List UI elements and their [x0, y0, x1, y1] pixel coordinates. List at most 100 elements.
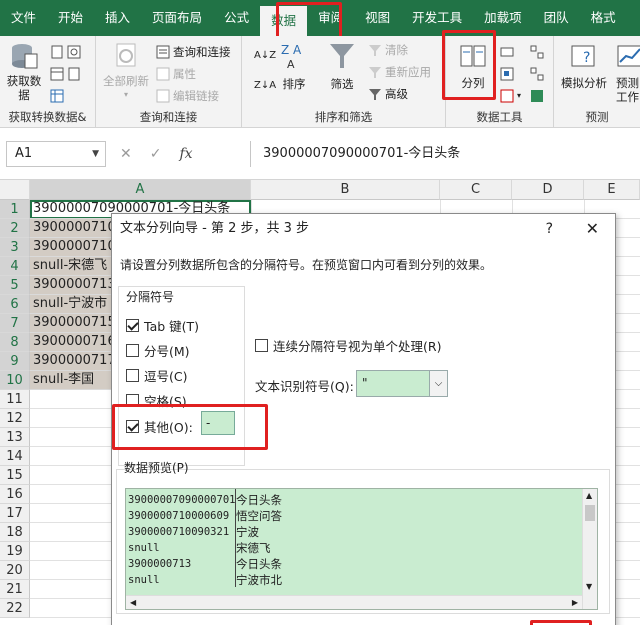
reapply-button[interactable]: 重新应用	[368, 62, 431, 82]
name-box-dropdown-icon[interactable]: ▼	[92, 142, 99, 166]
link-icon	[156, 89, 170, 103]
advanced-button[interactable]: 高级	[368, 84, 408, 104]
column-header-c[interactable]: C	[440, 180, 512, 200]
column-header-b[interactable]: B	[251, 180, 440, 200]
properties-button[interactable]: 属性	[156, 64, 196, 84]
tab-format[interactable]: 格式	[580, 0, 627, 36]
tab-file[interactable]: 文件	[0, 0, 47, 36]
remove-duplicates-icon	[500, 67, 514, 81]
what-if-button[interactable]: ? 模拟分析	[558, 40, 610, 90]
row-header[interactable]: 10	[0, 371, 30, 390]
tab-checkbox[interactable]: Tab 键(T)	[126, 316, 199, 335]
row-header[interactable]: 7	[0, 314, 30, 333]
row-header[interactable]: 8	[0, 333, 30, 352]
row-header[interactable]: 14	[0, 447, 30, 466]
consolidate-button[interactable]	[530, 42, 544, 62]
svg-text:?: ?	[583, 50, 590, 66]
tab-insert[interactable]: 插入	[94, 0, 141, 36]
text-qualifier-label: 文本识别符号(Q):	[255, 379, 354, 394]
column-header-e[interactable]: E	[584, 180, 640, 200]
relationships-button[interactable]	[530, 64, 544, 84]
chevron-down-icon[interactable]: ⌵	[429, 371, 447, 396]
sort-button[interactable]: ZAA 排序	[278, 40, 310, 91]
tab-formulas[interactable]: 公式	[213, 0, 260, 36]
properties-icon	[156, 67, 170, 81]
name-box[interactable]: A1 ▼	[6, 141, 106, 167]
formula-bar: A1 ▼ ✕ ✓ fx 39000007090000701-今日头条	[0, 128, 640, 180]
document-icon	[50, 45, 64, 59]
from-table-button[interactable]	[50, 64, 81, 84]
tab-view[interactable]: 视图	[354, 0, 401, 36]
row-header[interactable]: 1	[0, 200, 30, 219]
tab-home[interactable]: 开始	[47, 0, 94, 36]
scroll-up-icon[interactable]: ▲	[586, 491, 592, 500]
get-transform-group: 获取数 据 获取转换数据&	[0, 36, 96, 128]
row-header[interactable]: 6	[0, 295, 30, 314]
row-header[interactable]: 20	[0, 561, 30, 580]
edit-links-label: 编辑链接	[173, 89, 219, 103]
preview-vertical-scrollbar[interactable]: ▲ ▼	[582, 489, 597, 609]
forecast-sheet-button[interactable]: 预测 工作	[616, 40, 640, 104]
get-data-button[interactable]: 获取数 据	[4, 40, 44, 102]
insert-function-button[interactable]: fx	[179, 146, 192, 162]
data-validation-button[interactable]: ▾	[500, 86, 521, 106]
queries-connections-button[interactable]: 查询和连接	[156, 42, 231, 62]
clear-label: 清除	[385, 43, 408, 57]
row-header[interactable]: 13	[0, 428, 30, 447]
svg-text:Z: Z	[281, 43, 289, 57]
row-header[interactable]: 16	[0, 485, 30, 504]
row-header[interactable]: 4	[0, 257, 30, 276]
refresh-all-label: 全部刷新	[103, 74, 149, 88]
excel-window: 文件 开始 插入 页面布局 公式 数据 审阅 视图 开发工具 加载项 团队 格式…	[0, 0, 640, 625]
row-header[interactable]: 19	[0, 542, 30, 561]
row-header[interactable]: 18	[0, 523, 30, 542]
column-header-d[interactable]: D	[512, 180, 584, 200]
row-header[interactable]: 9	[0, 352, 30, 371]
from-text-button[interactable]	[50, 42, 81, 62]
data-preview-box[interactable]: 39000007090000701 今日头条 3900000710000609 悟空问…	[125, 488, 598, 610]
filter-button[interactable]: 筛选	[326, 40, 358, 91]
sort-az-icon: A↓Z	[254, 50, 277, 61]
close-button[interactable]: ✕	[586, 214, 599, 244]
comma-checkbox[interactable]: 逗号(C)	[126, 366, 187, 385]
cancel-icon[interactable]: ✕	[120, 146, 132, 162]
text-qualifier-select[interactable]: " ⌵	[356, 370, 448, 397]
tab-team[interactable]: 团队	[533, 0, 580, 36]
scroll-right-icon[interactable]: ▶	[572, 596, 578, 609]
scroll-left-icon[interactable]: ◀	[130, 596, 136, 609]
flash-fill-button[interactable]	[500, 42, 514, 62]
formula-input[interactable]: 39000007090000701-今日头条	[250, 141, 640, 167]
enter-icon[interactable]: ✓	[150, 146, 162, 162]
remove-duplicates-button[interactable]	[500, 64, 514, 84]
data-model-icon	[530, 89, 544, 103]
manage-data-model-button[interactable]	[530, 86, 544, 106]
row-header[interactable]: 3	[0, 238, 30, 257]
row-header[interactable]: 15	[0, 466, 30, 485]
row-header[interactable]: 5	[0, 276, 30, 295]
tab-page-layout[interactable]: 页面布局	[141, 0, 213, 36]
row-header[interactable]: 21	[0, 580, 30, 599]
scroll-down-icon[interactable]: ▼	[586, 582, 592, 591]
preview-cell-col1: 39000007090000701	[128, 494, 236, 506]
consecutive-delimiters-checkbox[interactable]: 连续分隔符号视为单个处理(R)	[255, 336, 441, 355]
row-header[interactable]: 12	[0, 409, 30, 428]
semicolon-checkbox[interactable]: 分号(M)	[126, 341, 190, 360]
filter-label: 筛选	[330, 77, 354, 91]
row-header[interactable]: 2	[0, 219, 30, 238]
refresh-all-button[interactable]: 全部刷新 ▾	[100, 40, 152, 102]
row-header[interactable]: 11	[0, 390, 30, 409]
sort-az-button[interactable]: A↓Z	[254, 46, 276, 66]
sort-za-button[interactable]: Z↓A	[254, 76, 276, 96]
clock-icon	[67, 67, 81, 81]
clear-button[interactable]: 清除	[368, 40, 408, 60]
scroll-thumb[interactable]	[585, 505, 595, 521]
help-button[interactable]: ?	[546, 214, 553, 244]
row-header[interactable]: 17	[0, 504, 30, 523]
consecutive-checkbox-label: 连续分隔符号视为单个处理(R)	[273, 339, 442, 354]
column-header-a[interactable]: A	[30, 180, 251, 200]
row-header[interactable]: 22	[0, 599, 30, 618]
existing-connections-button[interactable]	[50, 86, 64, 106]
select-all-corner[interactable]	[0, 180, 30, 200]
preview-horizontal-scrollbar[interactable]: ◀ ▶	[126, 595, 582, 609]
edit-links-button[interactable]: 编辑链接	[156, 86, 219, 106]
